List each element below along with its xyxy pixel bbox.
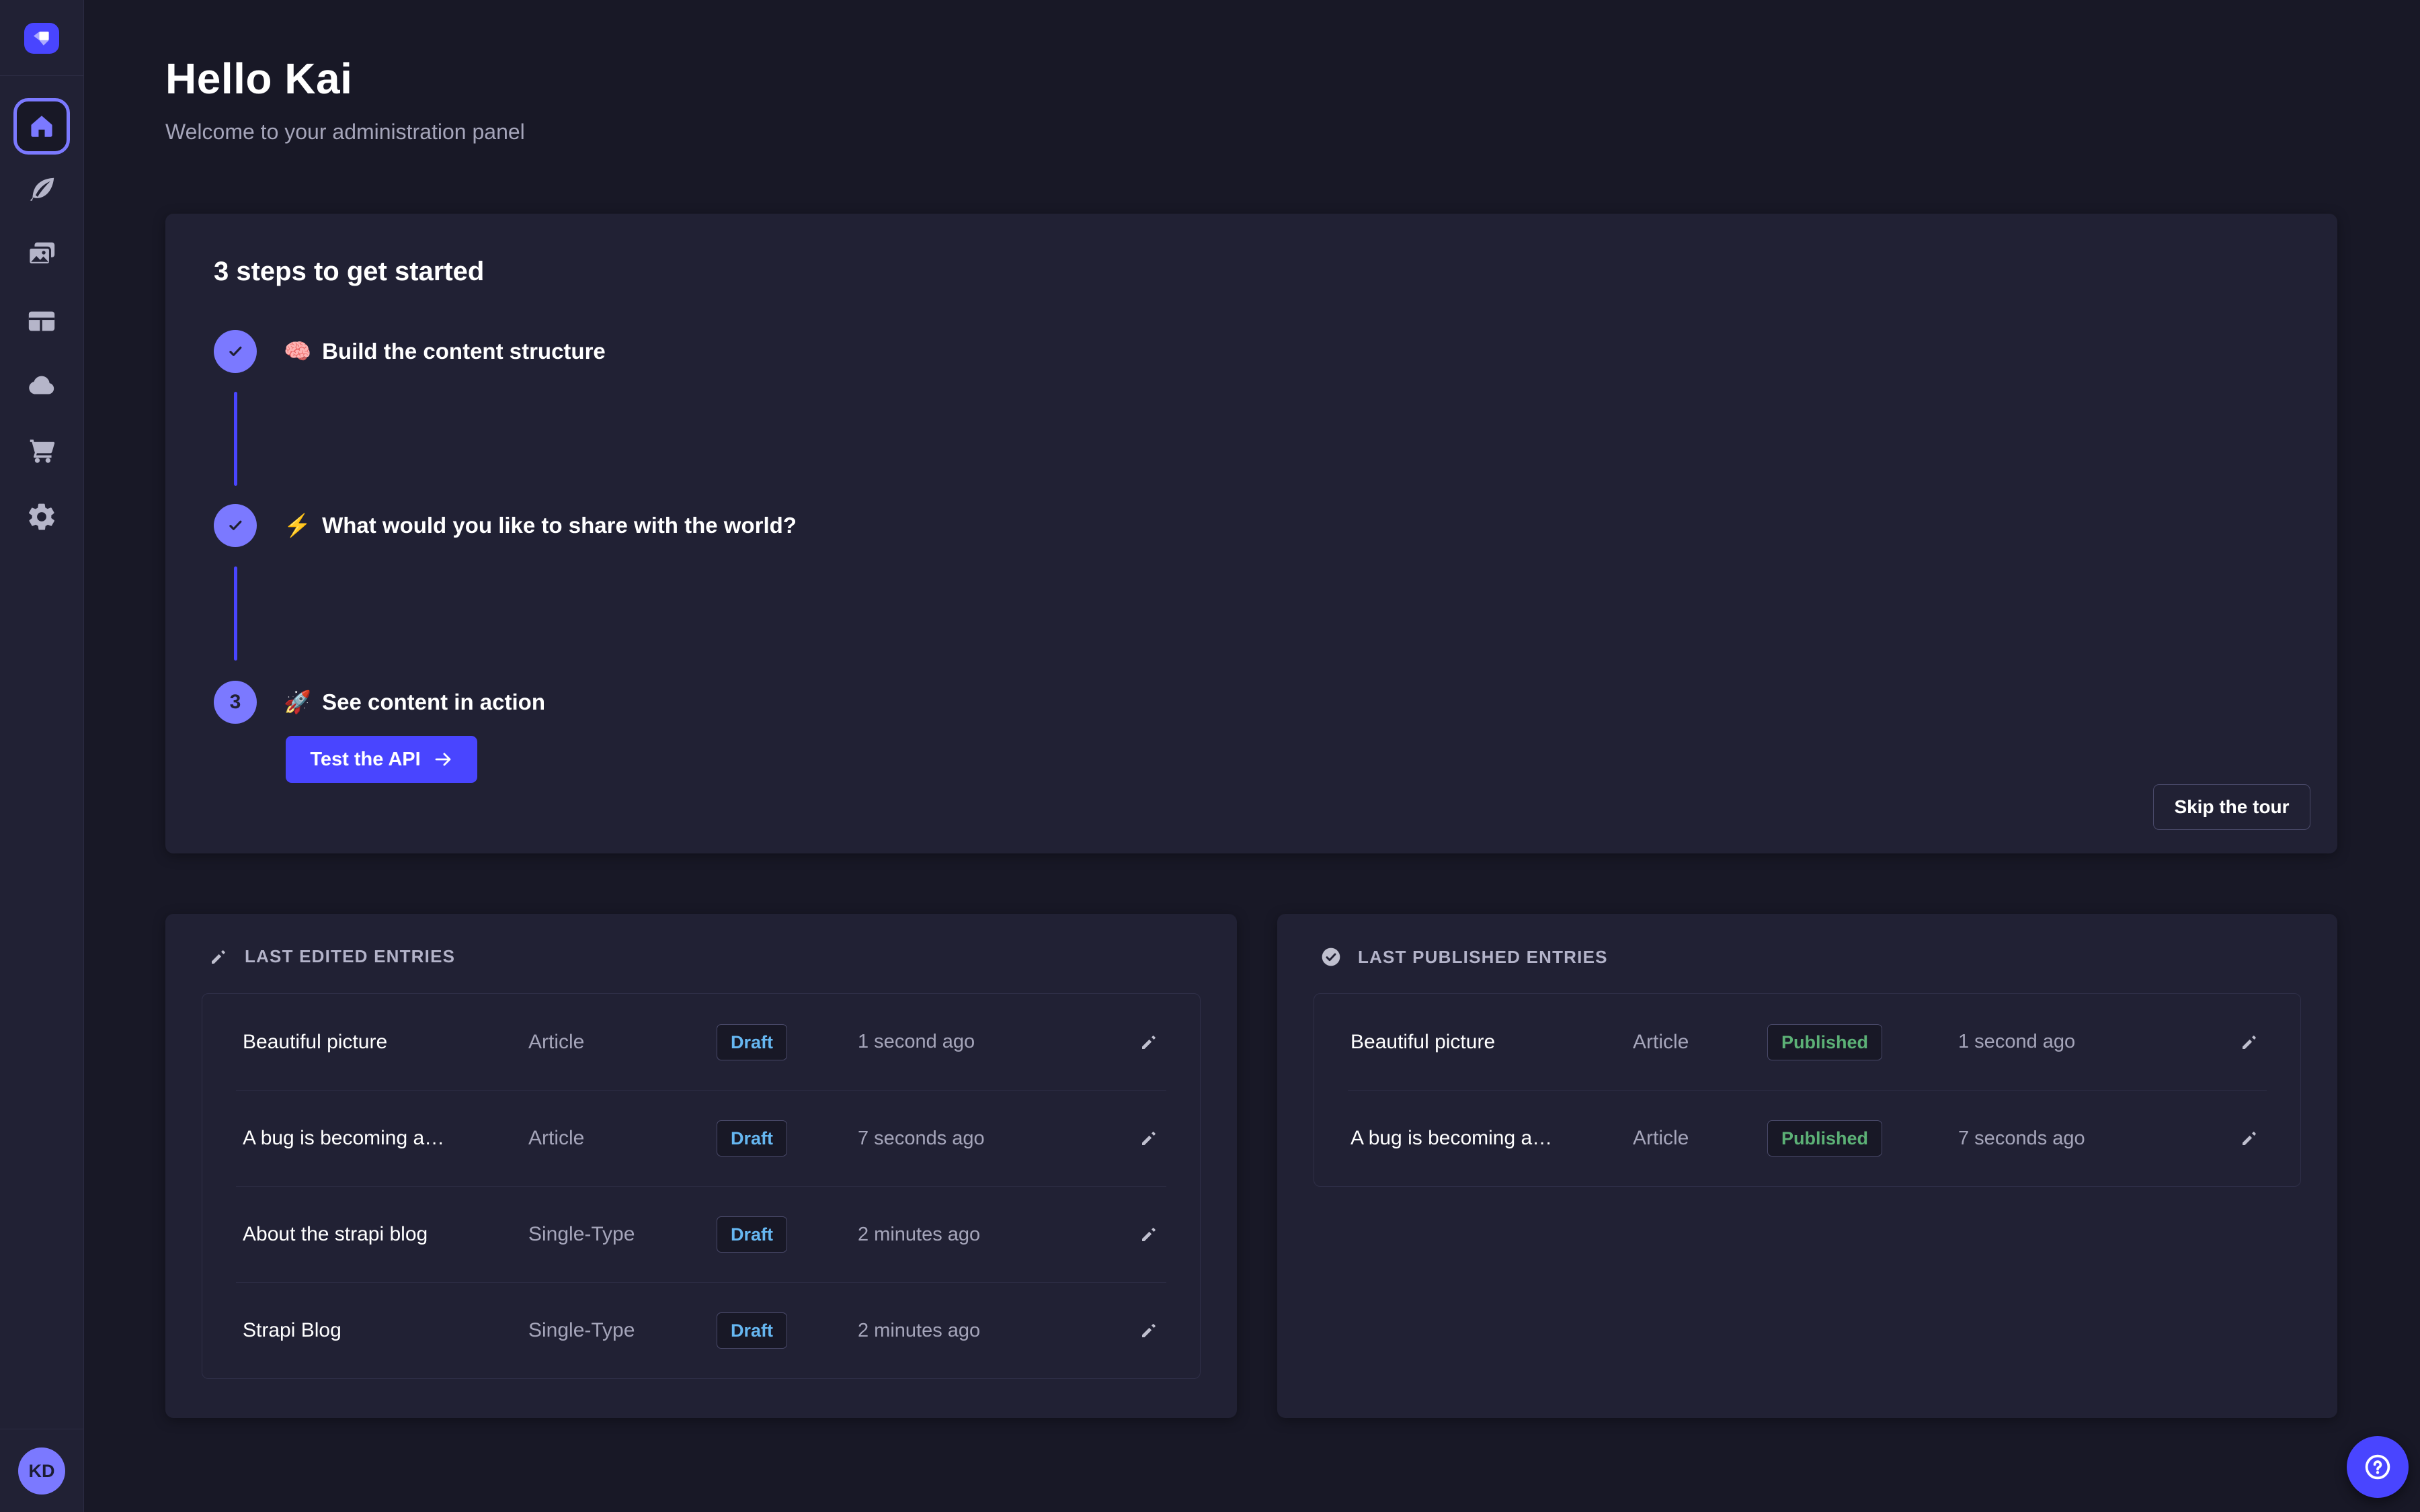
pencil-icon bbox=[1139, 1320, 1159, 1341]
skip-the-tour-button[interactable]: Skip the tour bbox=[2153, 784, 2310, 830]
status-badge: Draft bbox=[717, 1312, 787, 1349]
help-button[interactable] bbox=[2347, 1436, 2409, 1498]
pencil-icon bbox=[2239, 1128, 2259, 1148]
strapi-logo[interactable] bbox=[24, 23, 59, 54]
feather-pen-icon bbox=[26, 174, 57, 205]
last-published-entries-panel: LAST PUBLISHED ENTRIES Beautiful picture… bbox=[1277, 914, 2337, 1418]
pencil-icon bbox=[1139, 1128, 1159, 1148]
sidebar-item-content-type-builder[interactable] bbox=[26, 305, 58, 337]
table-row[interactable]: Strapi Blog Single-Type Draft 2 minutes … bbox=[236, 1282, 1166, 1378]
media-pictures-icon bbox=[26, 239, 57, 270]
sidebar-divider-top bbox=[0, 75, 83, 76]
step-1-done-indicator bbox=[214, 330, 257, 373]
check-circle-icon bbox=[1320, 946, 1342, 968]
shopping-cart-icon bbox=[26, 435, 57, 466]
check-icon bbox=[224, 514, 247, 537]
sidebar-item-media-library[interactable] bbox=[26, 239, 58, 271]
sidebar-item-content-manager[interactable] bbox=[26, 173, 58, 206]
step-3-number-indicator: 3 bbox=[214, 681, 257, 724]
step-2-label: ⚡ What would you like to share with the … bbox=[284, 504, 797, 547]
step-3-emoji: 🚀 bbox=[284, 689, 311, 716]
onboarding-title: 3 steps to get started bbox=[214, 257, 484, 287]
table-row[interactable]: About the strapi blog Single-Type Draft … bbox=[236, 1186, 1166, 1282]
step-3-label: 🚀 See content in action bbox=[284, 681, 545, 724]
status-badge: Draft bbox=[717, 1120, 787, 1157]
strapi-admin-app: KD Hello Kai Welcome to your administrat… bbox=[0, 0, 2420, 1512]
status-badge: Published bbox=[1767, 1024, 1882, 1060]
question-mark-icon bbox=[2362, 1451, 2394, 1483]
status-badge: Draft bbox=[717, 1024, 787, 1060]
test-the-api-button[interactable]: Test the API bbox=[286, 736, 477, 783]
user-avatar[interactable]: KD bbox=[18, 1447, 65, 1495]
page-title: Hello Kai bbox=[165, 54, 352, 103]
step-2-done-indicator bbox=[214, 504, 257, 547]
step-1-label: 🧠 Build the content structure bbox=[284, 330, 606, 373]
edit-entry-button[interactable] bbox=[1131, 1217, 1166, 1252]
onboarding-card: 3 steps to get started 🧠 Build the conte… bbox=[165, 214, 2337, 853]
sidebar: KD bbox=[0, 0, 84, 1512]
pencil-icon bbox=[2239, 1032, 2259, 1052]
pencil-icon bbox=[1139, 1032, 1159, 1052]
arrow-right-icon bbox=[433, 749, 453, 769]
last-edited-entries-panel: LAST EDITED ENTRIES Beautiful picture Ar… bbox=[165, 914, 1237, 1418]
table-row[interactable]: Beautiful picture Article Published 1 se… bbox=[1348, 994, 2267, 1090]
last-published-entries-header: LAST PUBLISHED ENTRIES bbox=[1320, 946, 1608, 968]
status-badge: Published bbox=[1767, 1120, 1882, 1157]
sidebar-item-settings[interactable] bbox=[26, 501, 58, 533]
edit-entry-button[interactable] bbox=[1131, 1313, 1166, 1348]
layout-icon bbox=[26, 306, 57, 337]
last-edited-entries-header: LAST EDITED ENTRIES bbox=[208, 946, 455, 967]
edit-entry-button[interactable] bbox=[1131, 1121, 1166, 1156]
gear-icon bbox=[26, 501, 57, 532]
sidebar-item-marketplace[interactable] bbox=[26, 434, 58, 466]
sidebar-item-home[interactable] bbox=[13, 98, 70, 155]
last-published-entries-table: Beautiful picture Article Published 1 se… bbox=[1314, 993, 2301, 1187]
strapi-logo-icon bbox=[30, 27, 53, 50]
sidebar-item-cloud[interactable] bbox=[26, 370, 58, 402]
cloud-icon bbox=[26, 370, 57, 401]
table-row[interactable]: A bug is becoming a… Article Published 7… bbox=[1348, 1090, 2267, 1186]
step-2-emoji: ⚡ bbox=[284, 513, 311, 539]
check-icon bbox=[224, 340, 247, 363]
edit-entry-button[interactable] bbox=[2232, 1121, 2267, 1156]
last-edited-entries-table: Beautiful picture Article Draft 1 second… bbox=[202, 993, 1201, 1379]
edit-entry-button[interactable] bbox=[1131, 1025, 1166, 1060]
status-badge: Draft bbox=[717, 1216, 787, 1253]
pencil-icon bbox=[208, 947, 229, 967]
step-connector-2 bbox=[234, 566, 237, 661]
table-row[interactable]: A bug is becoming a… Article Draft 7 sec… bbox=[236, 1090, 1166, 1186]
edit-entry-button[interactable] bbox=[2232, 1025, 2267, 1060]
page-subtitle: Welcome to your administration panel bbox=[165, 120, 525, 144]
step-connector-1 bbox=[234, 392, 237, 486]
table-row[interactable]: Beautiful picture Article Draft 1 second… bbox=[236, 994, 1166, 1090]
step-1-emoji: 🧠 bbox=[284, 339, 311, 365]
home-icon bbox=[28, 112, 56, 140]
pencil-icon bbox=[1139, 1224, 1159, 1245]
